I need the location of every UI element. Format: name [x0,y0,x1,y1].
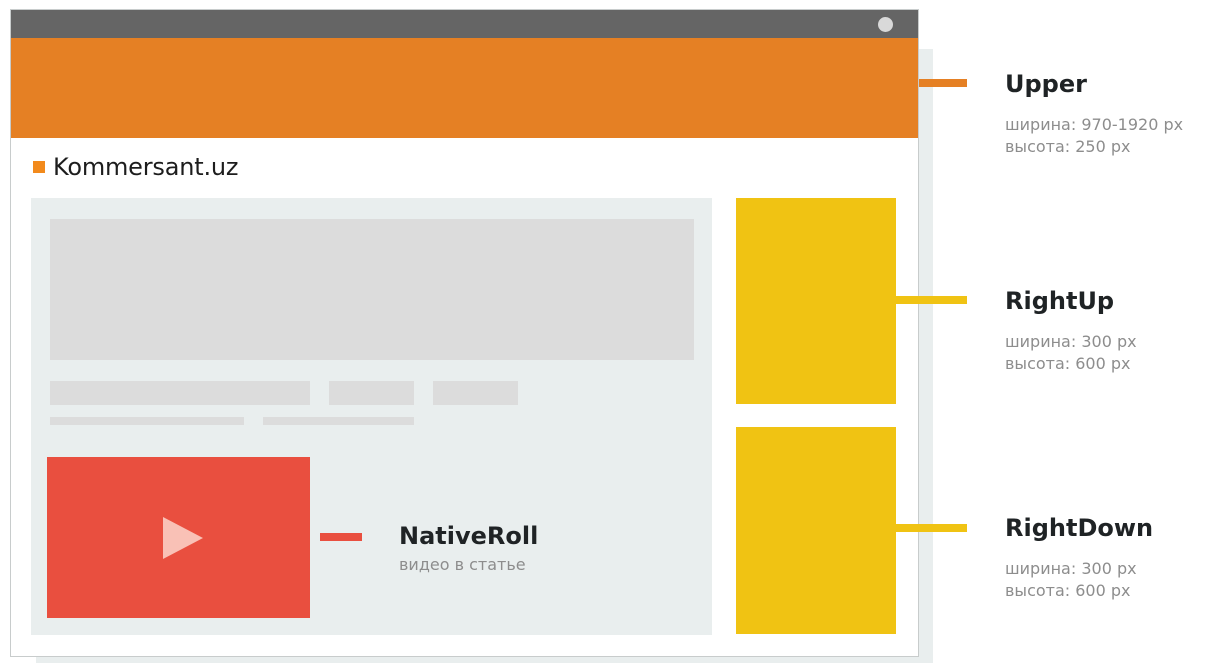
upper-label-title: Upper [1005,70,1087,98]
logo-square-icon [33,161,45,173]
rightup-label: RightUp ширина: 300 px высота: 600 px [1005,287,1137,375]
text-placeholder [433,381,518,405]
ad-placement-diagram: Kommersant.uz Upper ширина: 970-1920 px … [0,0,1230,665]
rightdown-label-height: высота: 600 px [1005,581,1131,600]
upper-label: Upper ширина: 970-1920 px высота: 250 px [1005,70,1183,158]
window-control-dot-icon [878,17,893,32]
article-content-area [31,198,712,635]
rightup-label-title: RightUp [1005,287,1115,315]
image-placeholder [50,219,694,360]
play-icon [163,517,203,559]
site-logo: Kommersant.uz [33,152,238,182]
upper-arrow-icon [919,73,987,93]
nativeroll-label-subtitle: видео в статье [399,555,526,574]
nativeroll-arrow-icon [320,527,385,547]
rightdown-label-title: RightDown [1005,514,1154,542]
nativeroll-label: NativeRoll видео в статье [399,522,538,576]
text-line-placeholder [50,417,244,425]
rightup-label-width: ширина: 300 px [1005,332,1137,351]
upper-ad-slot [11,38,918,138]
rightup-ad-slot [736,198,896,404]
text-line-placeholder [263,417,414,425]
text-placeholder [329,381,414,405]
nativeroll-video-slot [47,457,310,618]
rightup-arrow-icon [895,290,987,310]
window-titlebar [11,10,918,38]
text-placeholder [50,381,310,405]
rightdown-ad-slot [736,427,896,634]
upper-label-height: высота: 250 px [1005,137,1131,156]
nativeroll-label-title: NativeRoll [399,522,539,550]
site-logo-text: Kommersant.uz [53,153,239,181]
rightup-label-height: высота: 600 px [1005,354,1131,373]
rightdown-arrow-icon [895,518,987,538]
rightdown-label-width: ширина: 300 px [1005,559,1137,578]
rightdown-label: RightDown ширина: 300 px высота: 600 px [1005,514,1153,602]
upper-label-width: ширина: 970-1920 px [1005,115,1184,134]
